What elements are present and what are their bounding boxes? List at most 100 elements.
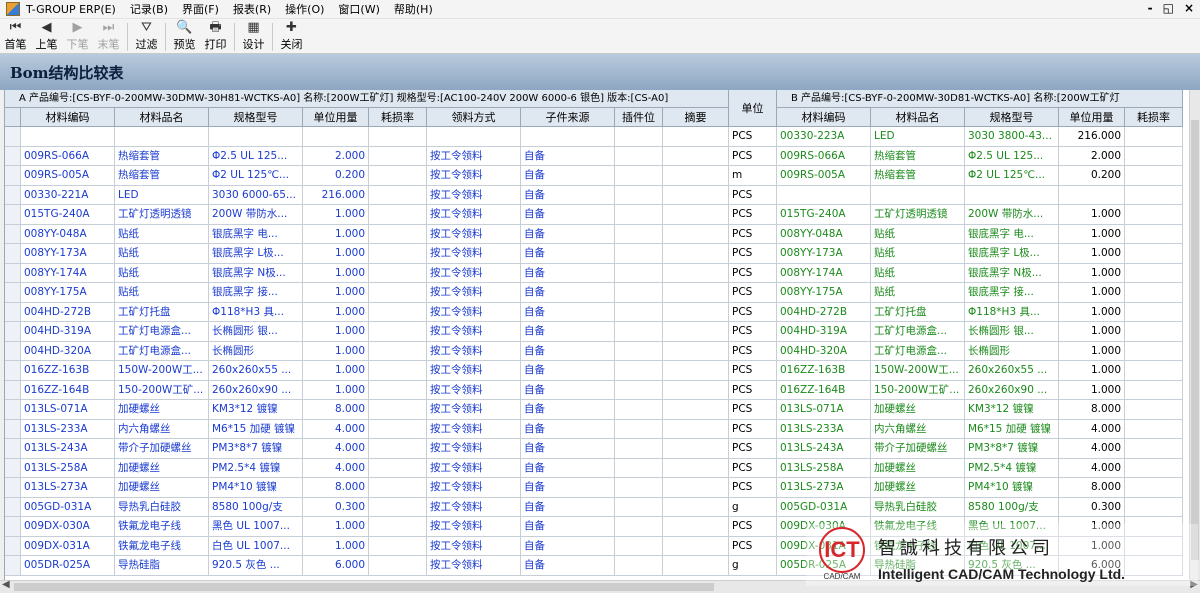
a-cell[interactable]: [369, 419, 427, 439]
a-cell[interactable]: [663, 302, 729, 322]
a-cell[interactable]: [663, 361, 729, 381]
b-cell[interactable]: 1.000: [1059, 380, 1125, 400]
a-cell[interactable]: 260x260x55 ...: [209, 361, 303, 381]
a-cell[interactable]: [615, 458, 663, 478]
b-cell[interactable]: [1125, 146, 1183, 166]
table-row[interactable]: 008YY-173A 贴纸 银底黑字 L极... 1.000 按工令领料 自备 PCS 008…: [5, 244, 1190, 264]
scroll-left-icon[interactable]: ◀: [2, 579, 10, 590]
a-cell[interactable]: [369, 380, 427, 400]
a-cell[interactable]: 自备: [521, 283, 615, 303]
b-cell[interactable]: 005GD-031A: [777, 497, 871, 517]
a-cell[interactable]: 按工令领料: [427, 341, 521, 361]
b-cell[interactable]: 009RS-005A: [777, 166, 871, 186]
a-cell[interactable]: 008YY-048A: [21, 224, 115, 244]
unit-cell[interactable]: g: [729, 497, 777, 517]
a-cell[interactable]: [115, 127, 209, 147]
a-cell[interactable]: 005GD-031A: [21, 497, 115, 517]
a-cell[interactable]: [663, 478, 729, 498]
unit-cell[interactable]: m: [729, 166, 777, 186]
a-cell[interactable]: 贴纸: [115, 263, 209, 283]
a-cell[interactable]: 按工令领料: [427, 322, 521, 342]
a-cell[interactable]: 按工令领料: [427, 497, 521, 517]
b-cell[interactable]: Φ2.5 UL 125...: [965, 146, 1059, 166]
a-cell[interactable]: 工矿灯电源盒...: [115, 341, 209, 361]
b-cell[interactable]: [1059, 185, 1125, 205]
restore-icon[interactable]: ◱: [1163, 1, 1174, 15]
a-cell[interactable]: 200W 带防水...: [209, 205, 303, 225]
horizontal-scroll-thumb[interactable]: [14, 583, 714, 591]
vertical-scrollbar[interactable]: [1189, 90, 1200, 580]
menu-window[interactable]: 窗口(W): [338, 1, 379, 17]
b-cell[interactable]: [1125, 458, 1183, 478]
a-cell[interactable]: [663, 536, 729, 556]
a-cell[interactable]: 自备: [521, 322, 615, 342]
a-cell[interactable]: [615, 322, 663, 342]
a-cell[interactable]: 银底黑字 N极...: [209, 263, 303, 283]
a-cell[interactable]: 按工令领料: [427, 536, 521, 556]
a-cell[interactable]: 按工令领料: [427, 205, 521, 225]
a-cell[interactable]: [615, 497, 663, 517]
a-cell[interactable]: PM4*10 镀镍: [209, 478, 303, 498]
b-cell[interactable]: 015TG-240A: [777, 205, 871, 225]
a-cell[interactable]: 按工令领料: [427, 556, 521, 576]
b-cell[interactable]: 013LS-273A: [777, 478, 871, 498]
toolbar-button-8[interactable]: ✚ 关闭: [276, 19, 307, 53]
a-cell[interactable]: 工矿灯电源盒...: [115, 322, 209, 342]
a-cell[interactable]: 长椭圆形 银...: [209, 322, 303, 342]
unit-cell[interactable]: PCS: [729, 478, 777, 498]
a-cell[interactable]: [303, 127, 369, 147]
unit-cell[interactable]: PCS: [729, 185, 777, 205]
a-cell[interactable]: [369, 283, 427, 303]
b-cell[interactable]: 银底黑字 接...: [965, 283, 1059, 303]
a-cell[interactable]: [369, 517, 427, 537]
a-cell[interactable]: [369, 400, 427, 420]
b-cell[interactable]: 1.000: [1059, 302, 1125, 322]
unit-cell[interactable]: PCS: [729, 283, 777, 303]
row-indicator[interactable]: [5, 361, 21, 381]
a-cell[interactable]: 按工令领料: [427, 458, 521, 478]
a-cell[interactable]: 银底黑字 L极...: [209, 244, 303, 264]
a-cell[interactable]: 自备: [521, 380, 615, 400]
a-cell[interactable]: 按工令领料: [427, 439, 521, 459]
unit-cell[interactable]: PCS: [729, 439, 777, 459]
a-cell[interactable]: [615, 478, 663, 498]
b-cell[interactable]: 013LS-071A: [777, 400, 871, 420]
b-cell[interactable]: [1125, 478, 1183, 498]
b-cell[interactable]: [1125, 361, 1183, 381]
a-cell[interactable]: [369, 302, 427, 322]
a-cell[interactable]: [209, 127, 303, 147]
b-cell[interactable]: [1125, 166, 1183, 186]
a-cell[interactable]: [663, 205, 729, 225]
b-cell[interactable]: 1.000: [1059, 224, 1125, 244]
a-cell[interactable]: [615, 556, 663, 576]
a-cell[interactable]: [615, 263, 663, 283]
row-indicator[interactable]: [5, 224, 21, 244]
a-cell[interactable]: 1.000: [303, 205, 369, 225]
a-cell[interactable]: 自备: [521, 185, 615, 205]
b-cell[interactable]: 216.000: [1059, 127, 1125, 147]
a-cell[interactable]: 按工令领料: [427, 380, 521, 400]
row-indicator[interactable]: [5, 380, 21, 400]
b-cell[interactable]: 260x260x90 ...: [965, 380, 1059, 400]
vertical-scroll-thumb[interactable]: [1191, 120, 1199, 560]
a-cell[interactable]: 自备: [521, 478, 615, 498]
unit-cell[interactable]: PCS: [729, 419, 777, 439]
a-cell[interactable]: Φ2 UL 125℃...: [209, 166, 303, 186]
a-cell[interactable]: 按工令领料: [427, 419, 521, 439]
b-cell[interactable]: M6*15 加硬 镀镍: [965, 419, 1059, 439]
table-row[interactable]: 016ZZ-163B 150W-200W工... 260x260x55 ... 1.0…: [5, 361, 1190, 381]
b-cell[interactable]: 工矿灯电源盒...: [871, 341, 965, 361]
a-cell[interactable]: [369, 497, 427, 517]
a-cell[interactable]: [369, 244, 427, 264]
toolbar-button-4[interactable]: ⛛ 过滤: [131, 19, 162, 53]
row-indicator[interactable]: [5, 322, 21, 342]
a-cell[interactable]: 013LS-258A: [21, 458, 115, 478]
unit-cell[interactable]: PCS: [729, 380, 777, 400]
table-row[interactable]: 008YY-175A 贴纸 银底黑字 接... 1.000 按工令领料 自备 PCS 008Y…: [5, 283, 1190, 303]
a-cell[interactable]: 150-200W工矿...: [115, 380, 209, 400]
b-cell[interactable]: PM2.5*4 镀镍: [965, 458, 1059, 478]
a-cell[interactable]: 贴纸: [115, 283, 209, 303]
b-cell[interactable]: 热缩套管: [871, 166, 965, 186]
a-cell[interactable]: [663, 458, 729, 478]
unit-cell[interactable]: PCS: [729, 224, 777, 244]
